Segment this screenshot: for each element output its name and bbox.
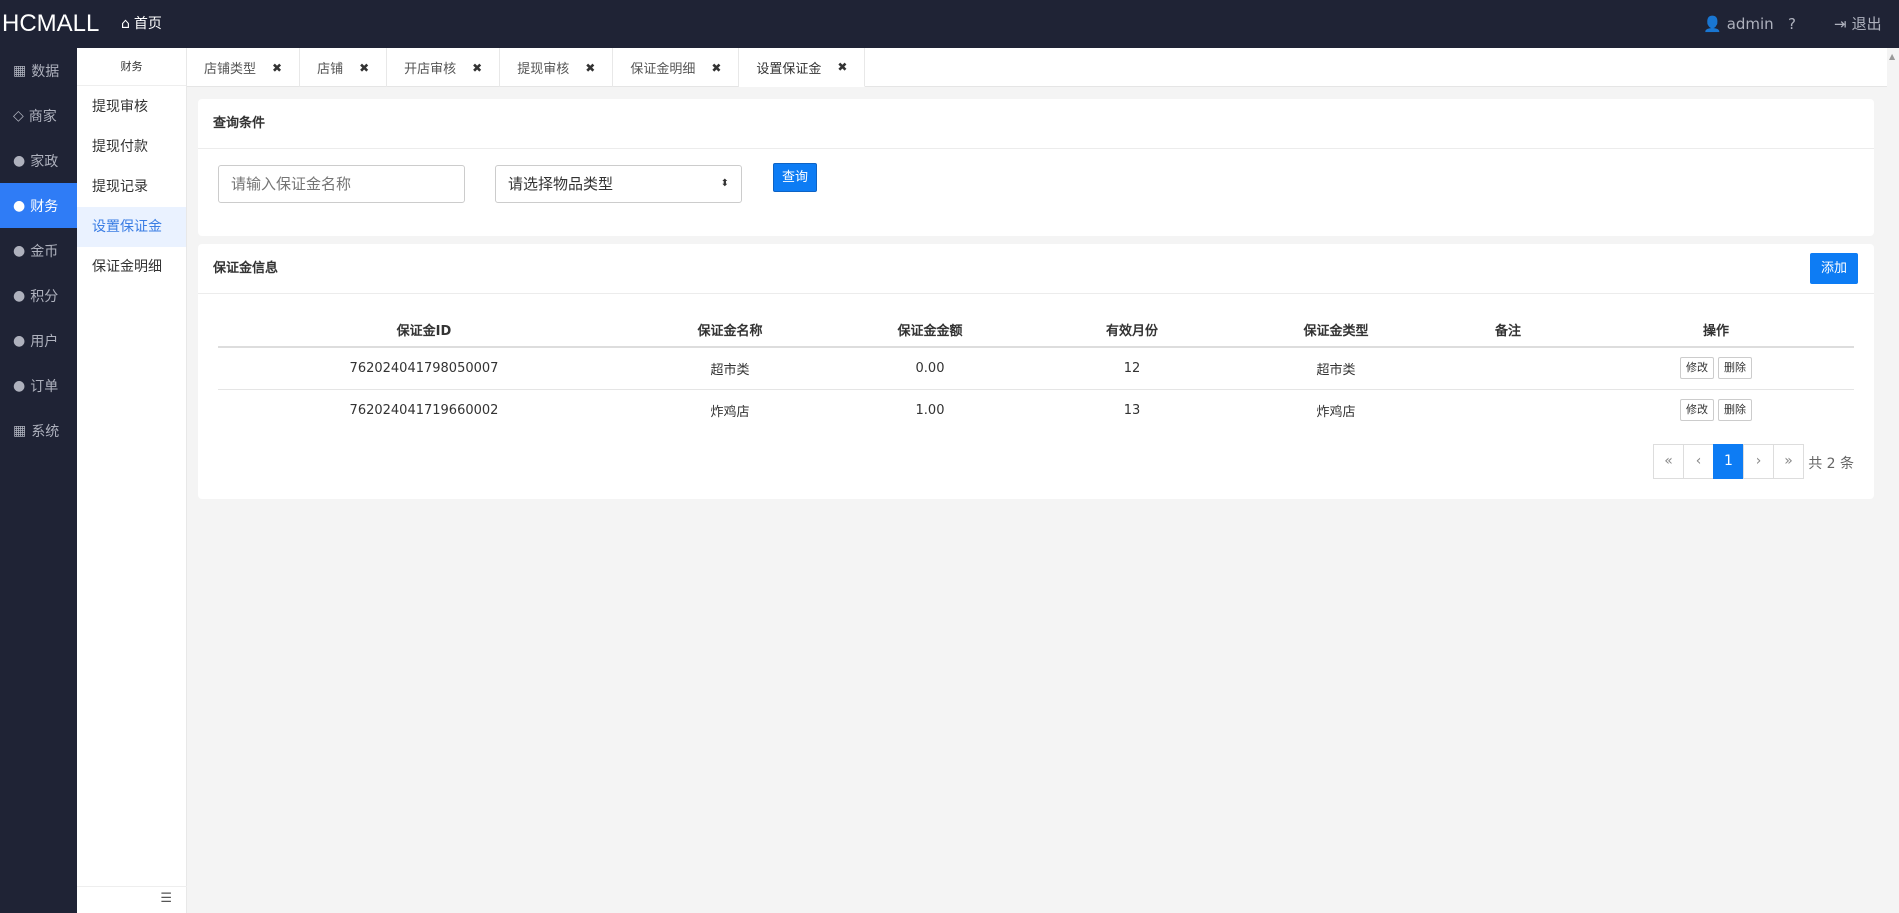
logout-icon: ⇥ [1834,15,1847,33]
first-page-button[interactable]: « [1653,444,1684,479]
column-header: 备注 [1438,312,1578,348]
subnav-item-deposit-details[interactable]: 保证金明细 [77,247,186,287]
cell-id: 762024041798050007 [218,347,630,390]
cell-actions: 修改 删除 [1578,389,1854,431]
sort-icon: ⬍ [720,178,729,189]
sidebar-item-housekeeping[interactable]: ● 家政 [0,138,77,183]
globe-icon: ● [13,377,26,394]
close-icon[interactable]: ✖ [585,61,595,75]
tab-withdraw-review[interactable]: 提现审核 ✖ [500,48,614,87]
column-header: 保证金金额 [830,312,1030,348]
globe-icon: ● [13,152,26,169]
cell-type: 炸鸡店 [1316,404,1356,420]
user-icon: 👤 [1703,15,1722,33]
add-button[interactable]: 添加 [1810,253,1858,284]
main-sidebar: ▦ 数据 ◇ 商家 ● 家政 ● 财务 ● 金币 ● 积分 ● 用户 ● 订单 ▦ 系统 [0,48,77,913]
cell-type: 超市类 [1234,347,1438,390]
edit-button[interactable]: 修改 [1680,399,1714,422]
column-header: 操作 [1578,312,1854,348]
sidebar-item-points[interactable]: ● 积分 [0,273,77,318]
query-title: 查询条件 [198,99,1874,149]
sub-nav-title: 财务 [77,48,186,86]
grid-icon: ▦ [13,422,27,439]
sidebar-item-users[interactable]: ● 用户 [0,318,77,363]
column-header: 保证金类型 [1234,312,1438,348]
deposit-name-input[interactable] [218,165,465,203]
grid-icon: ▦ [13,62,27,79]
top-bar: HCMALL ⌂ 首页 👤 admin ? ⇥ 退出 [0,0,1899,48]
globe-icon: ● [13,242,26,259]
help-button[interactable]: ? [1788,0,1796,48]
column-header: 保证金名称 [630,312,830,348]
pagination: « ‹ 1 › » [1653,444,1804,479]
user-menu[interactable]: 👤 admin [1703,0,1774,48]
cell-name: 超市类 [630,347,830,390]
home-icon: ⌂ [121,16,130,32]
query-panel: 查询条件 请选择物品类型 ⬍ 查询 [198,99,1874,236]
subnav-item-withdraw-records[interactable]: 提现记录 [77,167,186,207]
cell-amount: 1.00 [915,402,945,418]
home-link[interactable]: ⌂ 首页 [121,0,162,48]
sidebar-item-system[interactable]: ▦ 系统 [0,408,77,453]
close-icon[interactable]: ✖ [837,60,847,74]
column-header: 有效月份 [1030,312,1234,348]
tab-shop-review[interactable]: 开店审核 ✖ [387,48,501,87]
scrollbar[interactable]: ▲ [1887,48,1899,913]
delete-button[interactable]: 删除 [1718,357,1752,380]
globe-icon: ● [13,197,26,214]
subnav-item-withdraw-payment[interactable]: 提现付款 [77,127,186,167]
sidebar-item-coins[interactable]: ● 金币 [0,228,77,273]
close-icon[interactable]: ✖ [711,61,721,75]
next-page-button[interactable]: › [1743,444,1774,479]
globe-icon: ● [13,332,26,349]
cell-id: 762024041719660002 [349,402,499,418]
page-button-current[interactable]: 1 [1713,444,1744,479]
close-icon[interactable]: ✖ [359,61,369,75]
sidebar-item-merchant[interactable]: ◇ 商家 [0,93,77,138]
deposit-table: 保证金ID 保证金名称 保证金金额 有效月份 保证金类型 备注 操作 76202… [218,312,1854,431]
last-page-button[interactable]: » [1773,444,1804,479]
indent-icon: ☰ [160,891,172,906]
diamond-icon: ◇ [13,107,24,124]
tab-shop-type[interactable]: 店铺类型 ✖ [187,48,301,87]
prev-page-button[interactable]: ‹ [1683,444,1714,479]
cell-name: 炸鸡店 [710,404,750,420]
globe-icon: ● [13,287,26,304]
tab-bar: 店铺类型 ✖ 店铺 ✖ 开店审核 ✖ 提现审核 ✖ 保证金明细 ✖ 设置保证金 ✖ [187,48,1899,87]
cell-amount: 0.00 [830,347,1030,390]
brand-logo: HCMALL [2,10,100,37]
close-icon[interactable]: ✖ [472,61,482,75]
total-count: 共 2 条 [1808,456,1854,472]
cell-actions: 修改 删除 [1578,347,1854,390]
sidebar-item-finance[interactable]: ● 财务 [0,183,77,228]
table-row: 762024041798050007 超市类 0.00 12 超市类 修改 删除 [218,347,1854,390]
subnav-item-set-deposit[interactable]: 设置保证金 [77,207,186,247]
cell-months: 12 [1030,347,1234,390]
cell-remark [1438,389,1578,431]
column-header: 保证金ID [218,312,630,348]
edit-button[interactable]: 修改 [1680,357,1714,380]
tab-set-deposit[interactable]: 设置保证金 ✖ [739,48,866,87]
subnav-item-withdraw-review[interactable]: 提现审核 [77,87,186,127]
list-title: 保证金信息 添加 [198,244,1874,294]
tab-deposit-details[interactable]: 保证金明细 ✖ [613,48,740,87]
table-row: 762024041719660002 炸鸡店 1.00 13 炸鸡店 修改 删除 [218,389,1854,431]
deposit-list-panel: 保证金信息 添加 保证金ID 保证金名称 保证金金额 有效月份 保证金类型 备注… [198,244,1874,499]
sub-navigation: 财务 提现审核 提现付款 提现记录 设置保证金 保证金明细 ☰ [77,48,187,913]
cell-months: 13 [1123,402,1141,418]
item-type-select[interactable]: 请选择物品类型 ⬍ [495,165,742,203]
help-icon: ? [1788,15,1796,33]
scroll-up-icon: ▲ [1889,52,1896,61]
logout-button[interactable]: ⇥ 退出 [1834,0,1882,48]
cell-remark [1438,347,1578,390]
close-icon[interactable]: ✖ [272,61,282,75]
sidebar-item-data[interactable]: ▦ 数据 [0,48,77,93]
delete-button[interactable]: 删除 [1718,399,1752,422]
sidebar-item-orders[interactable]: ● 订单 [0,363,77,408]
search-button[interactable]: 查询 [773,163,817,192]
collapse-toggle[interactable]: ☰ [77,886,187,913]
tab-shop[interactable]: 店铺 ✖ [300,48,388,87]
